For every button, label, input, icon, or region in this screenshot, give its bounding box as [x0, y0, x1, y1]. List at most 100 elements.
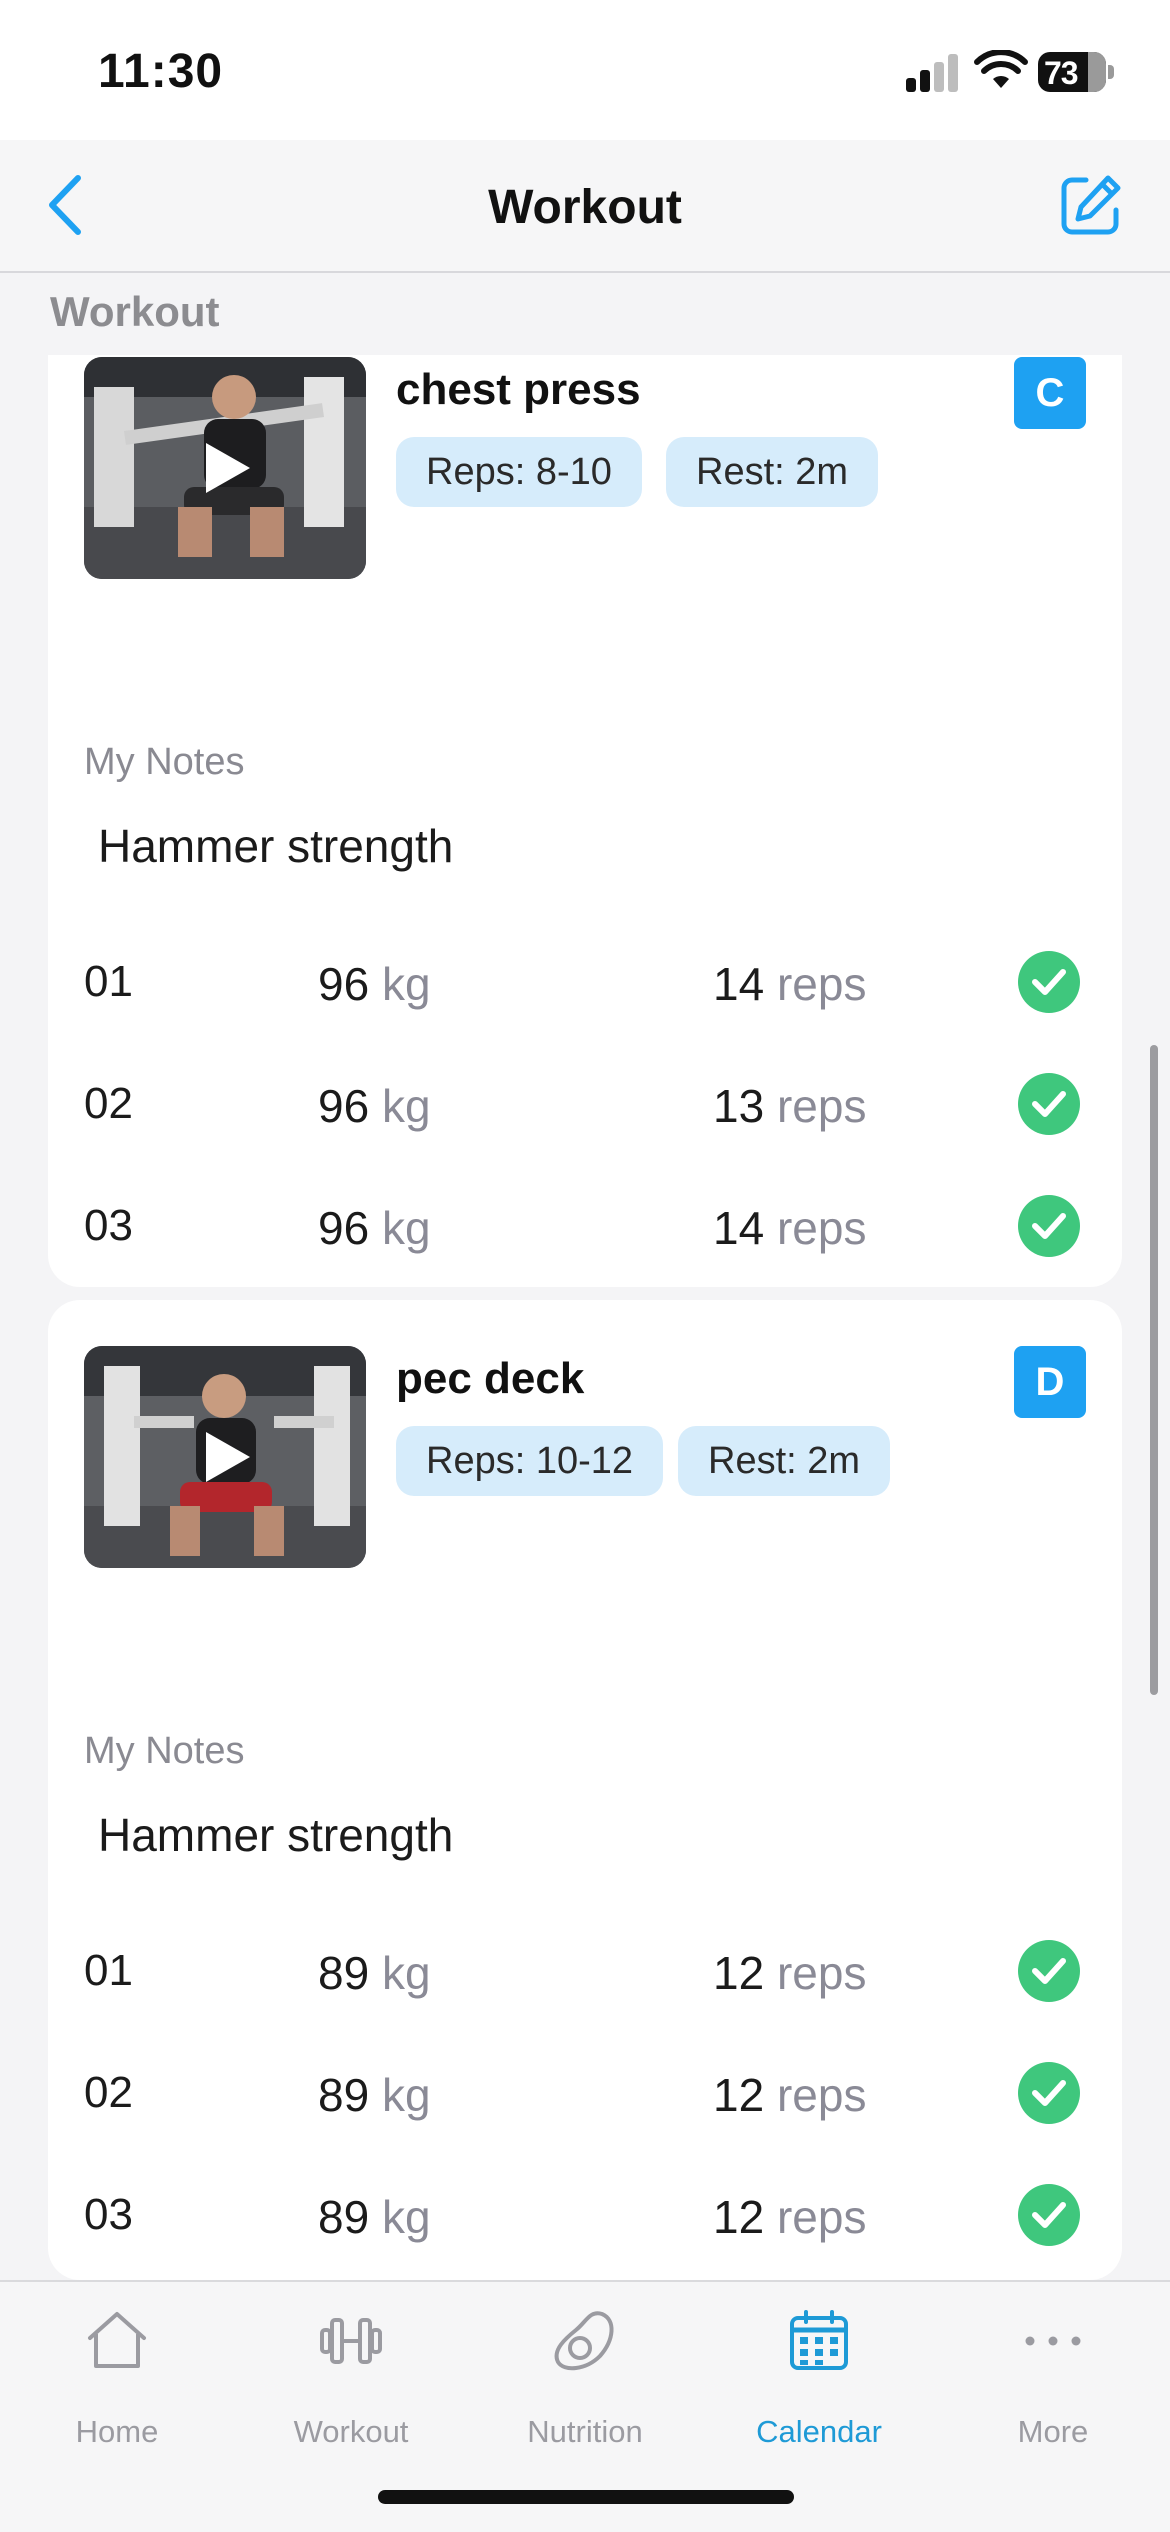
set-row[interactable]: 01 96 kg 14 reps — [48, 945, 1122, 1025]
checkmark-icon — [1032, 2202, 1066, 2228]
set-reps[interactable]: 14 reps — [713, 1201, 866, 1255]
edit-button[interactable] — [1056, 170, 1126, 240]
set-reps[interactable]: 12 reps — [713, 2190, 866, 2244]
checkmark-icon — [1032, 1213, 1066, 1239]
set-number: 03 — [84, 2190, 133, 2239]
tab-calendar[interactable]: Calendar — [702, 2304, 936, 2454]
weight-unit: kg — [381, 1080, 431, 1132]
exercise-card[interactable]: chest press Reps: 8-10 Rest: 2m C My Not… — [48, 355, 1122, 1287]
screen: 11:30 73 Workout Workout chest press Rep… — [0, 0, 1170, 2532]
weight-value: 89 — [318, 1947, 370, 1999]
set-weight[interactable]: 96 kg — [318, 957, 431, 1011]
tab-home[interactable]: Home — [0, 2304, 234, 2454]
tab-label: More — [1017, 2414, 1089, 2449]
set-row[interactable]: 02 89 kg 12 reps — [48, 2056, 1122, 2136]
set-number: 02 — [84, 2068, 133, 2117]
reps-value: 12 — [713, 2069, 765, 2121]
set-complete-check[interactable] — [1018, 1073, 1080, 1135]
section-title: Workout — [50, 288, 220, 335]
set-weight[interactable]: 96 kg — [318, 1201, 431, 1255]
tab-label: Home — [75, 2414, 159, 2449]
notes-text[interactable]: Hammer strength — [98, 1808, 453, 1862]
battery-level: 73 — [1044, 55, 1079, 91]
set-number: 01 — [84, 957, 133, 1006]
reps-value: 14 — [713, 958, 765, 1010]
tab-label: Calendar — [756, 2414, 882, 2449]
play-icon — [206, 1432, 250, 1482]
set-reps[interactable]: 12 reps — [713, 1946, 866, 2000]
exercise-name: pec deck — [396, 1354, 585, 1403]
play-icon — [206, 443, 250, 493]
page-title: Workout — [488, 181, 682, 234]
set-number: 02 — [84, 1079, 133, 1128]
exercise-video-thumbnail[interactable] — [84, 357, 366, 579]
set-row[interactable]: 01 89 kg 12 reps — [48, 1934, 1122, 2014]
reps-unit: reps — [776, 1947, 867, 1999]
status-time: 11:30 — [98, 45, 224, 98]
calendar-icon — [790, 2310, 848, 2370]
weight-unit: kg — [381, 2069, 431, 2121]
weight-value: 96 — [318, 1202, 370, 1254]
set-weight[interactable]: 96 kg — [318, 1079, 431, 1133]
set-complete-check[interactable] — [1018, 1940, 1080, 2002]
weight-value: 89 — [318, 2069, 370, 2121]
reps-unit: reps — [776, 2191, 867, 2243]
weight-value: 96 — [318, 958, 370, 1010]
reps-value: 12 — [713, 2191, 765, 2243]
avocado-icon — [554, 2311, 614, 2371]
set-row[interactable]: 03 96 kg 14 reps — [48, 1189, 1122, 1269]
rest-time-tag: Rest: 2m — [666, 437, 879, 507]
reps-unit: reps — [776, 2069, 867, 2121]
weight-unit: kg — [381, 1202, 431, 1254]
set-row[interactable]: 02 96 kg 13 reps — [48, 1067, 1122, 1147]
tab-label: Workout — [293, 2414, 409, 2449]
tab-workout[interactable]: Workout — [234, 2304, 468, 2454]
home-indicator[interactable] — [378, 2490, 794, 2504]
reps-unit: reps — [776, 958, 867, 1010]
set-complete-check[interactable] — [1018, 2062, 1080, 2124]
notes-text[interactable]: Hammer strength — [98, 819, 453, 873]
reps-value: 13 — [713, 1080, 765, 1132]
more-icon — [1025, 2336, 1081, 2346]
set-complete-check[interactable] — [1018, 951, 1080, 1013]
weight-unit: kg — [381, 1947, 431, 1999]
reps-value: 14 — [713, 1202, 765, 1254]
notes-label: My Notes — [84, 1730, 245, 1772]
dumbbell-icon — [320, 2318, 382, 2364]
wifi-icon — [974, 50, 1028, 88]
set-number: 01 — [84, 1946, 133, 1995]
superset-letter-badge: C — [1014, 357, 1086, 429]
superset-letter-badge: D — [1014, 1346, 1086, 1418]
set-number: 03 — [84, 1201, 133, 1250]
notes-label: My Notes — [84, 741, 245, 783]
exercise-card[interactable]: pec deck Reps: 10-12 Rest: 2m D My Notes… — [48, 1300, 1122, 2280]
checkmark-icon — [1032, 969, 1066, 995]
reps-unit: reps — [776, 1080, 867, 1132]
set-weight[interactable]: 89 kg — [318, 2068, 431, 2122]
scrollbar[interactable] — [1150, 1045, 1158, 1695]
cellular-signal-icon — [906, 52, 962, 92]
checkmark-icon — [1032, 1091, 1066, 1117]
battery-icon: 73 — [1038, 52, 1114, 92]
set-weight[interactable]: 89 kg — [318, 2190, 431, 2244]
tab-more[interactable]: More — [936, 2304, 1170, 2454]
status-bar: 11:30 73 — [0, 0, 1170, 140]
tab-label: Nutrition — [527, 2414, 643, 2449]
set-complete-check[interactable] — [1018, 2184, 1080, 2246]
set-complete-check[interactable] — [1018, 1195, 1080, 1257]
weight-value: 96 — [318, 1080, 370, 1132]
reps-target-tag: Reps: 10-12 — [396, 1426, 664, 1496]
reps-unit: reps — [776, 1202, 867, 1254]
checkmark-icon — [1032, 1958, 1066, 1984]
edit-icon — [1061, 175, 1121, 235]
set-reps[interactable]: 13 reps — [713, 1079, 866, 1133]
set-reps[interactable]: 12 reps — [713, 2068, 866, 2122]
set-row[interactable]: 03 89 kg 12 reps — [48, 2178, 1122, 2258]
exercise-video-thumbnail[interactable] — [84, 1346, 366, 1568]
set-weight[interactable]: 89 kg — [318, 1946, 431, 2000]
set-reps[interactable]: 14 reps — [713, 957, 866, 1011]
tab-nutrition[interactable]: Nutrition — [468, 2304, 702, 2454]
weight-value: 89 — [318, 2191, 370, 2243]
home-icon — [88, 2312, 146, 2368]
exercise-name: chest press — [396, 365, 641, 414]
